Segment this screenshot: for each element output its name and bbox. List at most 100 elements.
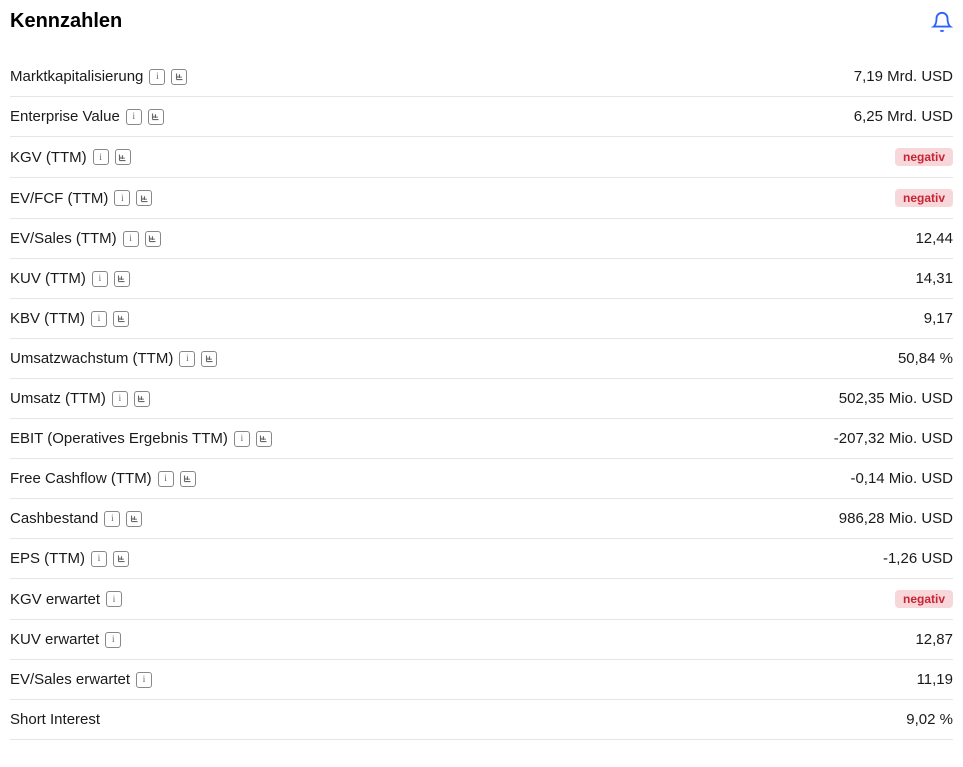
chart-icon[interactable]	[114, 271, 130, 287]
metric-row: EV/Sales (TTM) i 12,44	[10, 219, 953, 259]
metric-label: EBIT (Operatives Ergebnis TTM)	[10, 430, 228, 447]
metric-label-wrap: EBIT (Operatives Ergebnis TTM) i	[10, 430, 272, 447]
metric-row: EPS (TTM) i -1,26 USD	[10, 539, 953, 579]
page-title: Kennzahlen	[10, 10, 122, 33]
metric-label-wrap: EPS (TTM) i	[10, 550, 129, 567]
metric-label-wrap: EV/Sales (TTM) i	[10, 230, 161, 247]
metric-label: KUV erwartet	[10, 631, 99, 648]
metric-label-wrap: Marktkapitalisierung i	[10, 68, 187, 85]
info-icon[interactable]: i	[179, 351, 195, 367]
metric-label: EV/FCF (TTM)	[10, 190, 108, 207]
chart-icon[interactable]	[256, 431, 272, 447]
metric-value: 12,44	[915, 230, 953, 247]
chart-icon[interactable]	[134, 391, 150, 407]
chart-icon[interactable]	[148, 109, 164, 125]
info-icon[interactable]: i	[158, 471, 174, 487]
metric-value: 986,28 Mio. USD	[839, 510, 953, 527]
metric-label: Short Interest	[10, 711, 100, 728]
metric-row: KUV (TTM) i 14,31	[10, 259, 953, 299]
metric-label: Umsatz (TTM)	[10, 390, 106, 407]
metric-row: KGV erwartet i negativ	[10, 579, 953, 620]
metric-label: Free Cashflow (TTM)	[10, 470, 152, 487]
chart-icon[interactable]	[136, 190, 152, 206]
info-icon[interactable]: i	[106, 591, 122, 607]
info-icon[interactable]: i	[92, 271, 108, 287]
metric-label: KGV erwartet	[10, 591, 100, 608]
metric-label-wrap: EV/FCF (TTM) i	[10, 190, 152, 207]
metric-row: EV/FCF (TTM) i negativ	[10, 178, 953, 219]
metric-label: EV/Sales erwartet	[10, 671, 130, 688]
metric-row: Marktkapitalisierung i 7,19 Mrd. USD	[10, 57, 953, 97]
metric-label-wrap: KUV erwartet i	[10, 631, 121, 648]
chart-icon[interactable]	[171, 69, 187, 85]
metric-value: 9,02 %	[906, 711, 953, 728]
bell-icon[interactable]	[931, 11, 953, 33]
info-icon[interactable]: i	[105, 632, 121, 648]
metric-value: 11,19	[917, 671, 953, 688]
metrics-list: Marktkapitalisierung i 7,19 Mrd. USD Enterp…	[10, 57, 953, 740]
metric-label-wrap: KGV erwartet i	[10, 591, 122, 608]
metric-row: Short Interest 9,02 %	[10, 700, 953, 740]
chart-icon[interactable]	[201, 351, 217, 367]
metric-label-wrap: KBV (TTM) i	[10, 310, 129, 327]
metric-label: Marktkapitalisierung	[10, 68, 143, 85]
metric-row: KGV (TTM) i negativ	[10, 137, 953, 178]
metric-label-wrap: Umsatz (TTM) i	[10, 390, 150, 407]
info-icon[interactable]: i	[114, 190, 130, 206]
metric-value: -0,14 Mio. USD	[850, 470, 953, 487]
info-icon[interactable]: i	[149, 69, 165, 85]
metric-label-wrap: Free Cashflow (TTM) i	[10, 470, 196, 487]
chart-icon[interactable]	[180, 471, 196, 487]
negative-badge: negativ	[895, 189, 953, 207]
metric-value: 9,17	[924, 310, 953, 327]
metric-label: Cashbestand	[10, 510, 98, 527]
metric-value: 12,87	[915, 631, 953, 648]
metric-label: KUV (TTM)	[10, 270, 86, 287]
metric-value: -1,26 USD	[883, 550, 953, 567]
metric-row: Enterprise Value i 6,25 Mrd. USD	[10, 97, 953, 137]
chart-icon[interactable]	[113, 551, 129, 567]
info-icon[interactable]: i	[136, 672, 152, 688]
metric-value: 7,19 Mrd. USD	[854, 68, 953, 85]
info-icon[interactable]: i	[104, 511, 120, 527]
metric-label-wrap: EV/Sales erwartet i	[10, 671, 152, 688]
metric-row: Umsatz (TTM) i 502,35 Mio. USD	[10, 379, 953, 419]
metric-label: Umsatzwachstum (TTM)	[10, 350, 173, 367]
metric-row: Free Cashflow (TTM) i -0,14 Mio. USD	[10, 459, 953, 499]
metric-label: Enterprise Value	[10, 108, 120, 125]
negative-badge: negativ	[895, 148, 953, 166]
metric-row: EV/Sales erwartet i 11,19	[10, 660, 953, 700]
metric-label-wrap: Cashbestand i	[10, 510, 142, 527]
info-icon[interactable]: i	[112, 391, 128, 407]
metric-label-wrap: Umsatzwachstum (TTM) i	[10, 350, 217, 367]
metric-row: EBIT (Operatives Ergebnis TTM) i -207,32 M…	[10, 419, 953, 459]
metric-label: EPS (TTM)	[10, 550, 85, 567]
metric-label: KBV (TTM)	[10, 310, 85, 327]
metric-value: 14,31	[915, 270, 953, 287]
metric-value: 6,25 Mrd. USD	[854, 108, 953, 125]
metric-value: 50,84 %	[898, 350, 953, 367]
metric-row: KBV (TTM) i 9,17	[10, 299, 953, 339]
metric-label-wrap: KUV (TTM) i	[10, 270, 130, 287]
chart-icon[interactable]	[126, 511, 142, 527]
metric-label: EV/Sales (TTM)	[10, 230, 117, 247]
info-icon[interactable]: i	[91, 311, 107, 327]
metric-label-wrap: Short Interest	[10, 711, 100, 728]
info-icon[interactable]: i	[126, 109, 142, 125]
metric-value: 502,35 Mio. USD	[839, 390, 953, 407]
metric-row: Umsatzwachstum (TTM) i 50,84 %	[10, 339, 953, 379]
metric-label: KGV (TTM)	[10, 149, 87, 166]
info-icon[interactable]: i	[234, 431, 250, 447]
metric-value: -207,32 Mio. USD	[834, 430, 953, 447]
metric-row: KUV erwartet i 12,87	[10, 620, 953, 660]
metric-label-wrap: Enterprise Value i	[10, 108, 164, 125]
info-icon[interactable]: i	[123, 231, 139, 247]
chart-icon[interactable]	[145, 231, 161, 247]
negative-badge: negativ	[895, 590, 953, 608]
metric-row: Cashbestand i 986,28 Mio. USD	[10, 499, 953, 539]
chart-icon[interactable]	[113, 311, 129, 327]
metric-label-wrap: KGV (TTM) i	[10, 149, 131, 166]
chart-icon[interactable]	[115, 149, 131, 165]
info-icon[interactable]: i	[93, 149, 109, 165]
info-icon[interactable]: i	[91, 551, 107, 567]
